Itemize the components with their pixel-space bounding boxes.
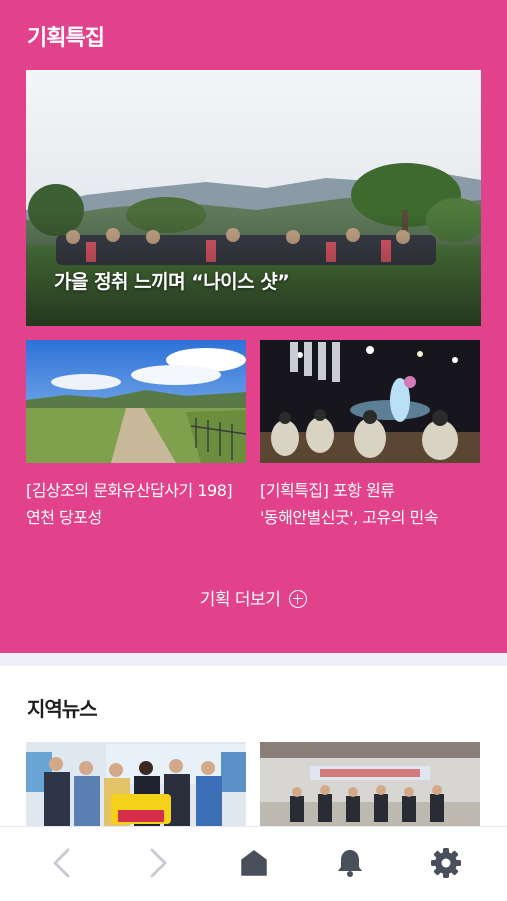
local-news-image (26, 742, 246, 828)
feature-card-image (260, 340, 480, 463)
home-button[interactable] (232, 841, 276, 885)
feature-section-title: 기획특집 (27, 26, 105, 51)
local-news-card[interactable] (26, 742, 246, 828)
plus-circle-icon (289, 590, 308, 608)
forward-button[interactable] (136, 841, 180, 885)
bottom-navigation-bar (0, 826, 507, 901)
bell-icon (338, 850, 362, 877)
local-news-card[interactable] (260, 742, 480, 828)
feature-card-title: [김상조의 문화유산답사기 198] 연천 당포성 (26, 481, 233, 527)
notifications-button[interactable] (328, 841, 372, 885)
more-features-label: 기획 더보기 (199, 590, 281, 610)
back-button[interactable] (40, 841, 84, 885)
hero-article[interactable]: 가을 정취 느끼며 “나이스 샷” (26, 70, 481, 326)
more-features-button[interactable]: 기획 더보기 (0, 585, 507, 610)
chevron-right-icon (150, 848, 167, 878)
feature-card-title: [기획특집] 포항 원류 '동해안별신굿', 고유의 민속 (260, 481, 438, 527)
local-news-title: 지역뉴스 (27, 697, 98, 721)
local-news-image (260, 742, 480, 828)
settings-button[interactable] (424, 841, 468, 885)
hero-caption: 가을 정취 느끼며 “나이스 샷” (54, 271, 290, 293)
section-divider (0, 653, 507, 666)
home-icon (241, 850, 267, 876)
gear-icon (431, 848, 461, 878)
feature-section: 기획특집 가을 정취 느끼며 “나이스 샷” [김상조의 문화유산답사기 198… (0, 0, 507, 653)
chevron-left-icon (53, 848, 70, 878)
feature-card-image (26, 340, 246, 463)
feature-card[interactable]: [김상조의 문화유산답사기 198] 연천 당포성 (26, 340, 246, 531)
feature-card[interactable]: [기획특집] 포항 원류 '동해안별신굿', 고유의 민속 (260, 340, 480, 531)
